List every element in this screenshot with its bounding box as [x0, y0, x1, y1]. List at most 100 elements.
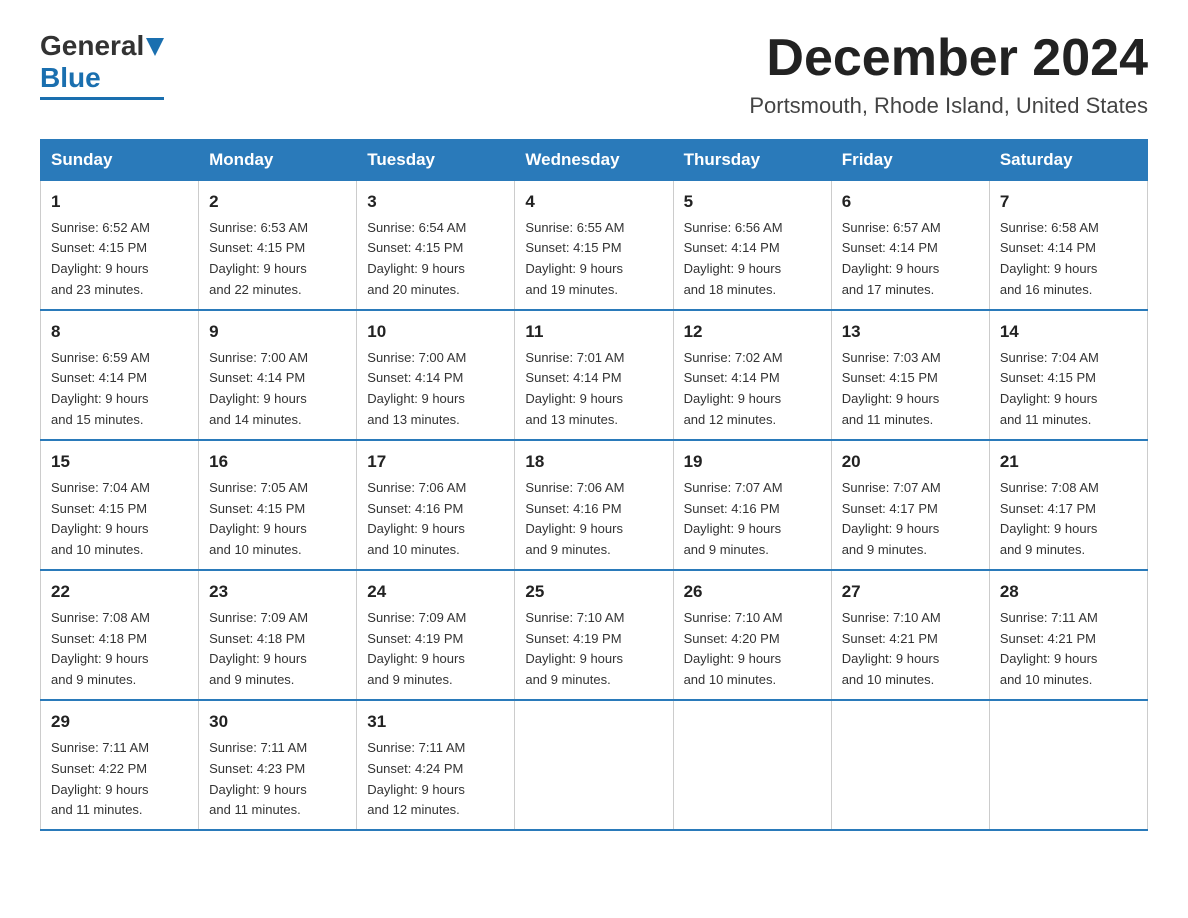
day-info: Sunrise: 7:09 AMSunset: 4:18 PMDaylight:…	[209, 610, 308, 688]
day-info: Sunrise: 7:06 AMSunset: 4:16 PMDaylight:…	[525, 480, 624, 558]
day-number: 21	[1000, 449, 1137, 475]
day-info: Sunrise: 7:10 AMSunset: 4:19 PMDaylight:…	[525, 610, 624, 688]
col-monday: Monday	[199, 140, 357, 181]
calendar-cell: 31 Sunrise: 7:11 AMSunset: 4:24 PMDayligh…	[357, 700, 515, 830]
calendar-title: December 2024	[749, 30, 1148, 87]
day-info: Sunrise: 7:11 AMSunset: 4:22 PMDaylight:…	[51, 740, 149, 818]
day-number: 10	[367, 319, 504, 345]
day-info: Sunrise: 7:00 AMSunset: 4:14 PMDaylight:…	[367, 350, 466, 428]
day-number: 11	[525, 319, 662, 345]
day-info: Sunrise: 6:52 AMSunset: 4:15 PMDaylight:…	[51, 220, 150, 298]
day-info: Sunrise: 6:54 AMSunset: 4:15 PMDaylight:…	[367, 220, 466, 298]
col-wednesday: Wednesday	[515, 140, 673, 181]
day-info: Sunrise: 6:53 AMSunset: 4:15 PMDaylight:…	[209, 220, 308, 298]
calendar-subtitle: Portsmouth, Rhode Island, United States	[749, 93, 1148, 119]
day-info: Sunrise: 7:11 AMSunset: 4:24 PMDaylight:…	[367, 740, 465, 818]
week-row-2: 8Sunrise: 6:59 AMSunset: 4:14 PMDaylight…	[41, 310, 1148, 440]
calendar-cell: 20 Sunrise: 7:07 AMSunset: 4:17 PMDayligh…	[831, 440, 989, 570]
day-number: 5	[684, 189, 821, 215]
day-number: 6	[842, 189, 979, 215]
col-sunday: Sunday	[41, 140, 199, 181]
day-info: Sunrise: 7:11 AMSunset: 4:21 PMDaylight:…	[1000, 610, 1098, 688]
calendar-cell: 23 Sunrise: 7:09 AMSunset: 4:18 PMDayligh…	[199, 570, 357, 700]
day-info: Sunrise: 6:57 AMSunset: 4:14 PMDaylight:…	[842, 220, 941, 298]
calendar-cell: 30Sunrise: 7:11 AMSunset: 4:23 PMDayligh…	[199, 700, 357, 830]
day-number: 30	[209, 709, 346, 735]
day-number: 31	[367, 709, 504, 735]
day-number: 20	[842, 449, 979, 475]
logo: General Blue	[40, 30, 164, 100]
day-info: Sunrise: 7:00 AMSunset: 4:14 PMDaylight:…	[209, 350, 308, 428]
day-info: Sunrise: 7:05 AMSunset: 4:15 PMDaylight:…	[209, 480, 308, 558]
col-tuesday: Tuesday	[357, 140, 515, 181]
day-number: 1	[51, 189, 188, 215]
day-number: 23	[209, 579, 346, 605]
day-info: Sunrise: 7:04 AMSunset: 4:15 PMDaylight:…	[1000, 350, 1099, 428]
calendar-cell: 21 Sunrise: 7:08 AMSunset: 4:17 PMDayligh…	[989, 440, 1147, 570]
logo-general-text: General	[40, 30, 144, 62]
day-info: Sunrise: 7:07 AMSunset: 4:16 PMDaylight:…	[684, 480, 783, 558]
col-friday: Friday	[831, 140, 989, 181]
calendar-cell: 1 Sunrise: 6:52 AMSunset: 4:15 PMDaylight…	[41, 181, 199, 311]
calendar-cell: 17Sunrise: 7:06 AMSunset: 4:16 PMDayligh…	[357, 440, 515, 570]
calendar-cell: 2 Sunrise: 6:53 AMSunset: 4:15 PMDaylight…	[199, 181, 357, 311]
calendar-cell: 5 Sunrise: 6:56 AMSunset: 4:14 PMDaylight…	[673, 181, 831, 311]
day-info: Sunrise: 6:56 AMSunset: 4:14 PMDaylight:…	[684, 220, 783, 298]
calendar-cell: 13 Sunrise: 7:03 AMSunset: 4:15 PMDayligh…	[831, 310, 989, 440]
page-header: General Blue December 2024 Portsmouth, R…	[40, 30, 1148, 119]
day-info: Sunrise: 7:08 AMSunset: 4:18 PMDaylight:…	[51, 610, 150, 688]
calendar-cell: 18 Sunrise: 7:06 AMSunset: 4:16 PMDayligh…	[515, 440, 673, 570]
calendar-cell: 24 Sunrise: 7:09 AMSunset: 4:19 PMDayligh…	[357, 570, 515, 700]
calendar-cell: 8Sunrise: 6:59 AMSunset: 4:14 PMDaylight…	[41, 310, 199, 440]
title-area: December 2024 Portsmouth, Rhode Island, …	[749, 30, 1148, 119]
day-number: 18	[525, 449, 662, 475]
day-info: Sunrise: 7:08 AMSunset: 4:17 PMDaylight:…	[1000, 480, 1099, 558]
calendar-cell	[515, 700, 673, 830]
calendar-cell: 9Sunrise: 7:00 AMSunset: 4:14 PMDaylight…	[199, 310, 357, 440]
calendar-cell: 14 Sunrise: 7:04 AMSunset: 4:15 PMDayligh…	[989, 310, 1147, 440]
calendar-cell: 12Sunrise: 7:02 AMSunset: 4:14 PMDayligh…	[673, 310, 831, 440]
week-row-5: 29 Sunrise: 7:11 AMSunset: 4:22 PMDayligh…	[41, 700, 1148, 830]
calendar-cell	[989, 700, 1147, 830]
day-number: 7	[1000, 189, 1137, 215]
day-number: 24	[367, 579, 504, 605]
day-info: Sunrise: 7:09 AMSunset: 4:19 PMDaylight:…	[367, 610, 466, 688]
day-info: Sunrise: 7:07 AMSunset: 4:17 PMDaylight:…	[842, 480, 941, 558]
day-info: Sunrise: 7:06 AMSunset: 4:16 PMDaylight:…	[367, 480, 466, 558]
day-number: 14	[1000, 319, 1137, 345]
logo-blue-text: Blue	[40, 62, 101, 94]
calendar-cell: 28Sunrise: 7:11 AMSunset: 4:21 PMDayligh…	[989, 570, 1147, 700]
calendar-cell: 22 Sunrise: 7:08 AMSunset: 4:18 PMDayligh…	[41, 570, 199, 700]
calendar-cell: 11Sunrise: 7:01 AMSunset: 4:14 PMDayligh…	[515, 310, 673, 440]
day-number: 26	[684, 579, 821, 605]
calendar-cell: 6 Sunrise: 6:57 AMSunset: 4:14 PMDaylight…	[831, 181, 989, 311]
day-number: 13	[842, 319, 979, 345]
day-number: 15	[51, 449, 188, 475]
calendar-cell: 29 Sunrise: 7:11 AMSunset: 4:22 PMDayligh…	[41, 700, 199, 830]
calendar-cell: 25Sunrise: 7:10 AMSunset: 4:19 PMDayligh…	[515, 570, 673, 700]
calendar-cell: 4 Sunrise: 6:55 AMSunset: 4:15 PMDaylight…	[515, 181, 673, 311]
calendar-cell: 26 Sunrise: 7:10 AMSunset: 4:20 PMDayligh…	[673, 570, 831, 700]
day-info: Sunrise: 6:55 AMSunset: 4:15 PMDaylight:…	[525, 220, 624, 298]
day-number: 29	[51, 709, 188, 735]
day-number: 8	[51, 319, 188, 345]
day-number: 2	[209, 189, 346, 215]
col-thursday: Thursday	[673, 140, 831, 181]
col-saturday: Saturday	[989, 140, 1147, 181]
day-number: 22	[51, 579, 188, 605]
calendar-cell	[831, 700, 989, 830]
day-info: Sunrise: 6:58 AMSunset: 4:14 PMDaylight:…	[1000, 220, 1099, 298]
day-info: Sunrise: 7:03 AMSunset: 4:15 PMDaylight:…	[842, 350, 941, 428]
day-number: 12	[684, 319, 821, 345]
calendar-cell: 16Sunrise: 7:05 AMSunset: 4:15 PMDayligh…	[199, 440, 357, 570]
day-number: 3	[367, 189, 504, 215]
week-row-3: 15 Sunrise: 7:04 AMSunset: 4:15 PMDayligh…	[41, 440, 1148, 570]
calendar-cell: 3 Sunrise: 6:54 AMSunset: 4:15 PMDaylight…	[357, 181, 515, 311]
day-number: 4	[525, 189, 662, 215]
day-info: Sunrise: 7:10 AMSunset: 4:20 PMDaylight:…	[684, 610, 783, 688]
calendar-cell: 27Sunrise: 7:10 AMSunset: 4:21 PMDayligh…	[831, 570, 989, 700]
week-row-1: 1 Sunrise: 6:52 AMSunset: 4:15 PMDaylight…	[41, 181, 1148, 311]
day-info: Sunrise: 7:04 AMSunset: 4:15 PMDaylight:…	[51, 480, 150, 558]
week-row-4: 22 Sunrise: 7:08 AMSunset: 4:18 PMDayligh…	[41, 570, 1148, 700]
calendar-cell: 7 Sunrise: 6:58 AMSunset: 4:14 PMDaylight…	[989, 181, 1147, 311]
